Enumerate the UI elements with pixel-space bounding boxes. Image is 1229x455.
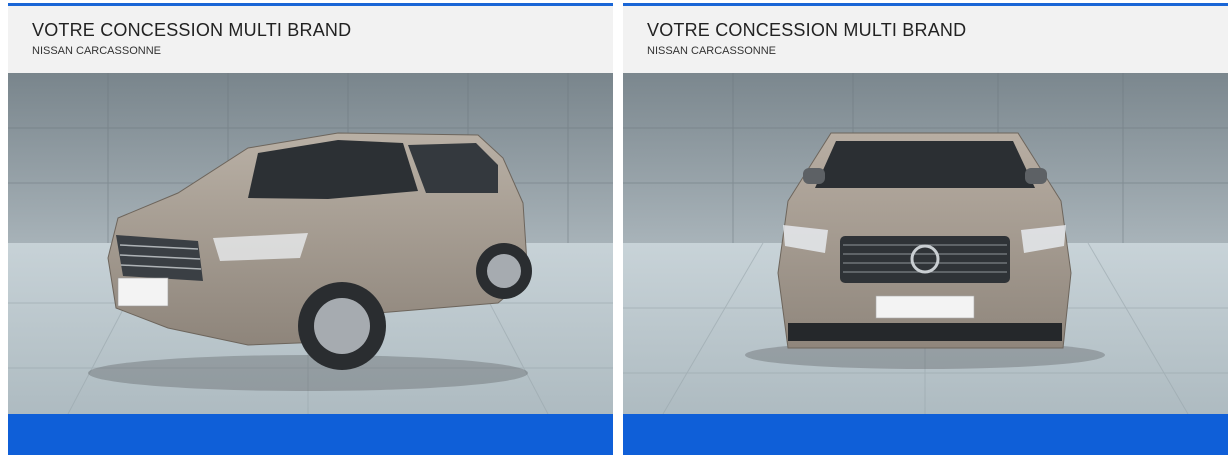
listing-photo-panel-1[interactable]: VOTRE CONCESSION MULTI BRAND NISSAN CARC…: [8, 3, 613, 455]
dealer-subtitle: NISSAN CARCASSONNE: [647, 45, 776, 57]
dealer-header: VOTRE CONCESSION MULTI BRAND NISSAN CARC…: [623, 6, 1228, 73]
car-photo-three-quarter[interactable]: [8, 73, 613, 414]
dealer-title: VOTRE CONCESSION MULTI BRAND: [647, 20, 967, 40]
footer-bar: [623, 414, 1228, 455]
dealer-subtitle: NISSAN CARCASSONNE: [32, 45, 161, 57]
footer-bar: [8, 414, 613, 455]
dealer-title: VOTRE CONCESSION MULTI BRAND: [32, 20, 352, 40]
listing-photo-panel-2[interactable]: VOTRE CONCESSION MULTI BRAND NISSAN CARC…: [623, 3, 1228, 455]
dealer-header: VOTRE CONCESSION MULTI BRAND NISSAN CARC…: [8, 6, 613, 73]
car-photo-front[interactable]: [623, 73, 1228, 414]
